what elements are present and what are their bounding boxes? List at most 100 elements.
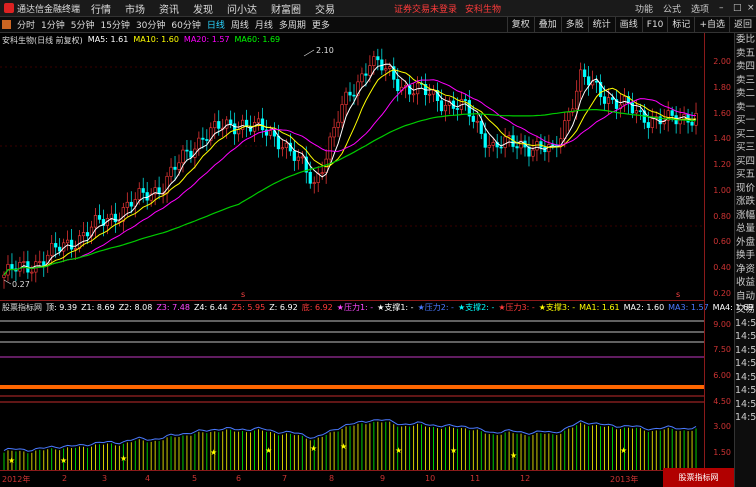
date-tick: 2013年 xyxy=(610,475,639,484)
tab-daily[interactable]: 日线 xyxy=(204,18,228,31)
side-label: 卖三 xyxy=(735,74,755,86)
fuquan-button[interactable]: 复权 xyxy=(506,16,534,33)
date-tick: 9 xyxy=(380,474,386,483)
candle-body xyxy=(551,144,555,146)
candle-body xyxy=(217,121,221,129)
back-button[interactable]: 返回 xyxy=(728,16,756,33)
tab-multi-period[interactable]: 多周期 xyxy=(276,18,309,31)
tab-monthly[interactable]: 月线 xyxy=(252,18,276,31)
tab-15min[interactable]: 15分钟 xyxy=(97,18,132,31)
candle-body xyxy=(125,201,129,208)
tick-time: 14:56 xyxy=(735,344,756,356)
menu-jiaoyi[interactable]: 交易 xyxy=(308,1,342,16)
menu-hangqing[interactable]: 行情 xyxy=(84,1,118,16)
candle-body xyxy=(388,66,392,69)
f10-button[interactable]: F10 xyxy=(641,16,668,33)
ind-value: 底: 6.92 xyxy=(301,302,333,312)
menu-gongneng[interactable]: 功能 xyxy=(630,2,658,15)
side-label: 卖一 xyxy=(735,101,755,113)
candle-body xyxy=(233,123,237,135)
minimize-icon[interactable]: – xyxy=(714,3,728,13)
candle-body xyxy=(376,56,380,61)
ind-tick: 1.50 xyxy=(713,448,731,457)
tab-1min[interactable]: 1分钟 xyxy=(38,18,68,31)
draw-line-button[interactable]: 画线 xyxy=(614,16,642,33)
candle-body xyxy=(487,144,491,148)
menu-shichang[interactable]: 市场 xyxy=(118,1,152,16)
kline-chart[interactable]: 2.10 0.27 s s 安科生物(日线 前复权) MA5: 1.61 MA1… xyxy=(0,33,704,300)
menu-xuanxiang[interactable]: 选项 xyxy=(686,2,714,15)
maximize-icon[interactable]: □ xyxy=(728,3,742,13)
side-label: 卖五 xyxy=(735,47,755,59)
tab-5min[interactable]: 5分钟 xyxy=(68,18,98,31)
tab-weekly[interactable]: 周线 xyxy=(228,18,252,31)
price-axis: 2.00 1.80 1.60 1.40 1.20 1.00 0.80 0.60 … xyxy=(704,33,734,300)
ind-value: Z: 6.92 xyxy=(269,302,298,312)
candle-body xyxy=(109,213,113,219)
ma10-value: MA10: 1.60 xyxy=(133,35,179,44)
ind-value: Z3: 7.48 xyxy=(156,302,190,312)
current-stock-name: 安科生物 xyxy=(465,4,502,15)
ind-value: Z4: 6.44 xyxy=(193,302,228,312)
date-tick: 12 xyxy=(520,474,531,483)
candle-body xyxy=(300,156,304,159)
signal-star-icon: ★ xyxy=(265,446,272,455)
candle-body xyxy=(42,261,46,267)
candle-body xyxy=(670,110,674,116)
tick-time: 14:56 xyxy=(735,385,756,396)
date-tick: 5 xyxy=(192,474,198,483)
candle-body xyxy=(248,126,253,132)
period-menu-icon[interactable] xyxy=(2,20,11,29)
candle-body xyxy=(268,130,273,136)
candle-body xyxy=(531,149,535,157)
tab-30min[interactable]: 30分钟 xyxy=(133,18,168,31)
indicator-name[interactable]: 股票指标网 xyxy=(2,302,42,313)
side-label: 买一 xyxy=(735,115,755,126)
candle-body xyxy=(539,141,543,148)
candle-body xyxy=(296,156,300,161)
low-price-label: 0.27 xyxy=(12,280,30,289)
ind-tick: 4.50 xyxy=(713,397,731,406)
menu-gongshi[interactable]: 公式 xyxy=(658,2,686,15)
stats-button[interactable]: 统计 xyxy=(587,16,615,33)
add-watchlist-button[interactable]: +自选 xyxy=(694,16,729,33)
candle-body xyxy=(606,97,611,104)
close-icon[interactable]: × xyxy=(742,3,756,13)
candle-body xyxy=(594,80,599,83)
candle-body xyxy=(650,118,654,128)
date-tick: 2012年 xyxy=(2,475,31,484)
candle-body xyxy=(205,139,209,141)
menu-zixun[interactable]: 资讯 xyxy=(152,1,186,16)
date-tick: 11 xyxy=(470,474,481,483)
login-alert[interactable]: 证券交易未登录 xyxy=(394,2,457,15)
candle-body xyxy=(81,232,86,237)
menu-faxian[interactable]: 发现 xyxy=(186,1,220,16)
multi-stock-button[interactable]: 多股 xyxy=(560,16,588,33)
candle-body xyxy=(443,105,448,112)
overlay-button[interactable]: 叠加 xyxy=(533,16,561,33)
candle-body xyxy=(50,243,54,256)
side-label: 委比 xyxy=(735,34,755,45)
candle-body xyxy=(201,137,205,140)
menu-wenxiaoda[interactable]: 问小达 xyxy=(220,1,264,16)
tab-60min[interactable]: 60分钟 xyxy=(168,18,203,31)
candle-body xyxy=(507,135,511,138)
menu-caifuquan[interactable]: 财富圈 xyxy=(264,1,308,16)
candle-body xyxy=(169,166,173,177)
tab-fenshi[interactable]: 分时 xyxy=(14,18,38,31)
ind-value: Z5: 5.95 xyxy=(231,302,266,312)
candle-body xyxy=(499,146,503,149)
candle-body xyxy=(141,188,145,193)
mark-button[interactable]: 标记 xyxy=(667,16,694,33)
indicator-panel[interactable]: ★ ★ ★ ★ ★ ★ ★ ★ ★ ★ ★ xyxy=(0,313,704,470)
ind-value: ★支撑3: - xyxy=(538,302,576,312)
candle-body xyxy=(622,96,627,106)
candle-body xyxy=(129,201,133,207)
auto-trade-button[interactable]: 自动 xyxy=(735,290,756,304)
candle-body xyxy=(66,239,70,244)
candle-body xyxy=(483,133,487,148)
ind-value: ★支撑2: - xyxy=(457,302,495,312)
candle-body xyxy=(587,76,591,86)
ma5-value: MA5: 1.61 xyxy=(87,35,129,44)
tab-more[interactable]: 更多 xyxy=(309,18,333,31)
